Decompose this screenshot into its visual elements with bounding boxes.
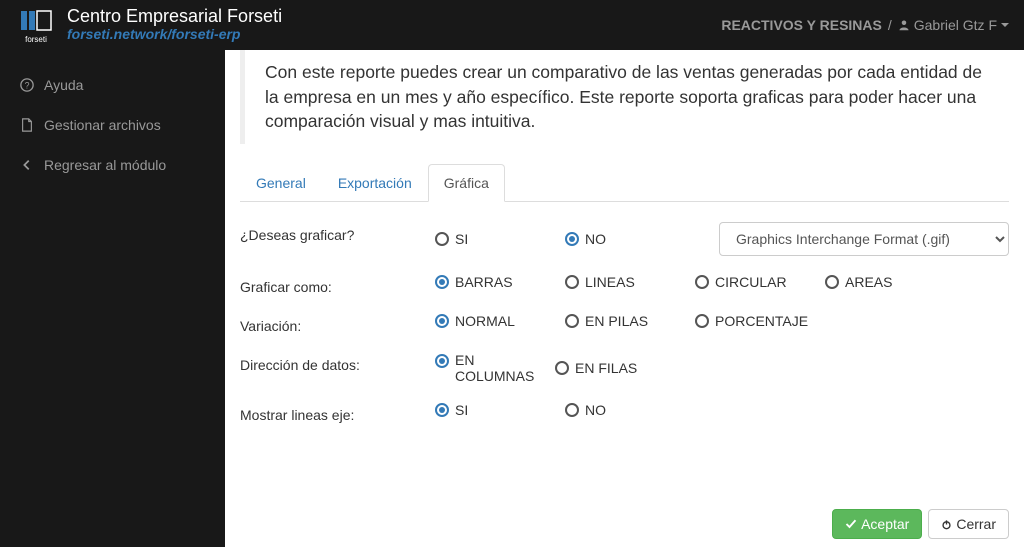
sidebar-item-label: Regresar al módulo	[44, 157, 166, 173]
row-variacion: Variación: NORMAL EN PILAS PORCENTAJE	[240, 313, 1009, 334]
radio-icon	[695, 275, 709, 289]
user-icon	[898, 19, 910, 31]
radio-icon	[435, 232, 449, 246]
opt-normal[interactable]: NORMAL	[435, 313, 565, 329]
radio-icon	[435, 314, 449, 328]
sidebar-item-label: Ayuda	[44, 77, 83, 93]
chart-form: ¿Deseas graficar? SI NO Graphics Interch…	[240, 217, 1009, 471]
sidebar-item-files[interactable]: Gestionar archivos	[0, 105, 225, 145]
sidebar-item-help[interactable]: ? Ayuda	[0, 65, 225, 105]
forseti-logo: forseti	[15, 6, 57, 44]
opt-columnas[interactable]: EN COLUMNAS	[435, 352, 555, 384]
tab-general[interactable]: General	[240, 164, 322, 202]
row-direccion: Dirección de datos: EN COLUMNAS EN FILAS	[240, 352, 1009, 384]
tabs: General Exportación Gráfica	[240, 164, 1009, 202]
sidebar: ? Ayuda Gestionar archivos Regresar al m…	[0, 50, 225, 547]
check-icon	[845, 518, 857, 530]
main-content: Con este reporte puedes crear un compara…	[225, 50, 1024, 547]
radio-icon	[435, 403, 449, 417]
radio-icon	[565, 403, 579, 417]
brand-area: forseti Centro Empresarial Forseti forse…	[15, 6, 282, 44]
svg-text:forseti: forseti	[25, 35, 47, 44]
label-lineas-eje: Mostrar lineas eje:	[240, 402, 435, 423]
sidebar-item-label: Gestionar archivos	[44, 117, 161, 133]
tab-export[interactable]: Exportación	[322, 164, 428, 202]
opt-graficar-no[interactable]: NO	[565, 222, 695, 256]
power-icon	[941, 519, 952, 530]
brand-title: Centro Empresarial Forseti	[67, 7, 282, 27]
opt-areas[interactable]: AREAS	[825, 274, 955, 290]
radio-icon	[695, 314, 709, 328]
label-graficar: ¿Deseas graficar?	[240, 222, 435, 243]
row-lineas-eje: Mostrar lineas eje: SI NO	[240, 402, 1009, 423]
close-button[interactable]: Cerrar	[928, 509, 1009, 539]
tab-chart[interactable]: Gráfica	[428, 164, 505, 202]
opt-circular[interactable]: CIRCULAR	[695, 274, 825, 290]
radio-icon	[435, 354, 449, 368]
topbar: forseti Centro Empresarial Forseti forse…	[0, 0, 1024, 50]
radio-icon	[825, 275, 839, 289]
opt-lineas[interactable]: LINEAS	[565, 274, 695, 290]
opt-graficar-si[interactable]: SI	[435, 222, 565, 256]
label-direccion: Dirección de datos:	[240, 352, 435, 373]
user-name: Gabriel Gtz F	[914, 17, 997, 33]
question-circle-icon: ?	[20, 78, 34, 92]
caret-down-icon	[1001, 23, 1009, 27]
row-graficar: ¿Deseas graficar? SI NO Graphics Interch…	[240, 222, 1009, 256]
user-menu[interactable]: Gabriel Gtz F	[898, 17, 1009, 33]
topbar-right: REACTIVOS Y RESINAS / Gabriel Gtz F	[721, 17, 1009, 33]
row-graficar-como: Graficar como: BARRAS LINEAS CIRCULAR AR…	[240, 274, 1009, 295]
chevron-left-icon	[20, 158, 34, 172]
separator: /	[888, 17, 892, 33]
opt-filas[interactable]: EN FILAS	[555, 352, 685, 384]
label-variacion: Variación:	[240, 313, 435, 334]
opt-eje-si[interactable]: SI	[435, 402, 565, 418]
file-icon	[20, 118, 34, 132]
radio-icon	[555, 361, 569, 375]
opt-porcentaje[interactable]: PORCENTAJE	[695, 313, 825, 329]
opt-eje-no[interactable]: NO	[565, 402, 695, 418]
brand-subtitle-link[interactable]: forseti.network/forseti-erp	[67, 27, 282, 42]
sidebar-item-back[interactable]: Regresar al módulo	[0, 145, 225, 185]
accept-button[interactable]: Aceptar	[832, 509, 922, 539]
radio-icon	[435, 275, 449, 289]
footer-buttons: Aceptar Cerrar	[832, 509, 1009, 539]
radio-icon	[565, 314, 579, 328]
svg-text:?: ?	[25, 81, 30, 91]
company-name: REACTIVOS Y RESINAS	[721, 17, 882, 33]
radio-icon	[565, 232, 579, 246]
opt-pilas[interactable]: EN PILAS	[565, 313, 695, 329]
report-description: Con este reporte puedes crear un compara…	[240, 50, 1009, 144]
opt-barras[interactable]: BARRAS	[435, 274, 565, 290]
radio-icon	[565, 275, 579, 289]
format-select[interactable]: Graphics Interchange Format (.gif)	[719, 222, 1009, 256]
label-graficar-como: Graficar como:	[240, 274, 435, 295]
